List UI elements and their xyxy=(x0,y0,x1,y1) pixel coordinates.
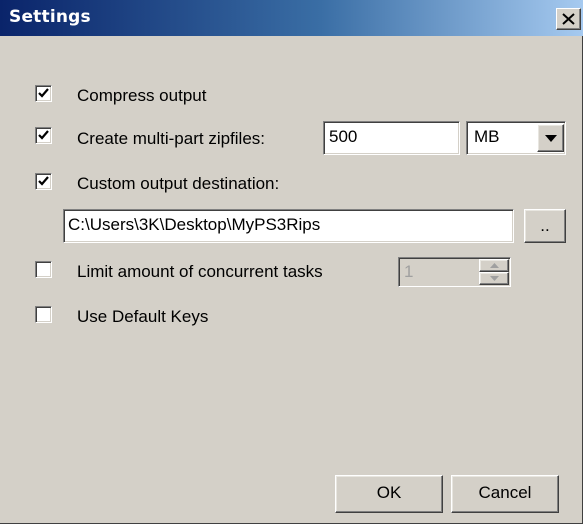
close-icon xyxy=(562,13,575,25)
browse-button-label: .. xyxy=(540,216,550,235)
title-bar[interactable]: Settings xyxy=(0,0,583,36)
compress-output-checkbox[interactable] xyxy=(35,85,52,102)
window-title: Settings xyxy=(9,7,91,27)
size-unit-value: MB xyxy=(474,127,500,146)
output-path-input[interactable]: C:\Users\3K\Desktop\MyPS3Rips xyxy=(63,209,514,243)
default-keys-label: Use Default Keys xyxy=(77,307,209,326)
settings-dialog: Settings Compress output Create multi-pa… xyxy=(0,0,583,524)
stepper-up-button[interactable] xyxy=(479,259,509,272)
checkmark-icon xyxy=(38,176,49,186)
chevron-up-icon xyxy=(490,263,499,268)
default-keys-checkbox[interactable] xyxy=(35,306,52,323)
compress-output-label: Compress output xyxy=(77,86,207,105)
cancel-button-label: Cancel xyxy=(478,483,532,502)
checkmark-icon xyxy=(38,130,49,140)
chevron-down-icon xyxy=(490,276,499,281)
custom-destination-label: Custom output destination: xyxy=(77,174,280,193)
ok-button-label: OK xyxy=(376,483,402,502)
output-path-value: C:\Users\3K\Desktop\MyPS3Rips xyxy=(68,215,321,234)
stepper-down-button[interactable] xyxy=(479,272,509,285)
close-button[interactable] xyxy=(556,8,581,30)
limit-tasks-label: Limit amount of concurrent tasks xyxy=(77,262,323,281)
size-unit-dropdown-button[interactable] xyxy=(537,124,564,152)
concurrent-tasks-stepper[interactable]: 1 xyxy=(398,257,511,287)
ok-button[interactable]: OK xyxy=(335,475,443,513)
cancel-button[interactable]: Cancel xyxy=(451,475,559,513)
size-unit-select[interactable]: MB xyxy=(466,121,566,155)
part-size-input[interactable]: 500 xyxy=(323,121,460,155)
custom-destination-checkbox[interactable] xyxy=(35,173,52,190)
browse-button[interactable]: .. xyxy=(524,209,566,243)
part-size-value: 500 xyxy=(329,127,358,146)
multipart-zip-label: Create multi-part zipfiles: xyxy=(77,129,266,148)
limit-tasks-checkbox[interactable] xyxy=(35,261,52,278)
chevron-down-icon xyxy=(545,135,557,142)
concurrent-tasks-value: 1 xyxy=(404,262,414,281)
checkmark-icon xyxy=(38,88,49,98)
multipart-zip-checkbox[interactable] xyxy=(35,127,52,144)
